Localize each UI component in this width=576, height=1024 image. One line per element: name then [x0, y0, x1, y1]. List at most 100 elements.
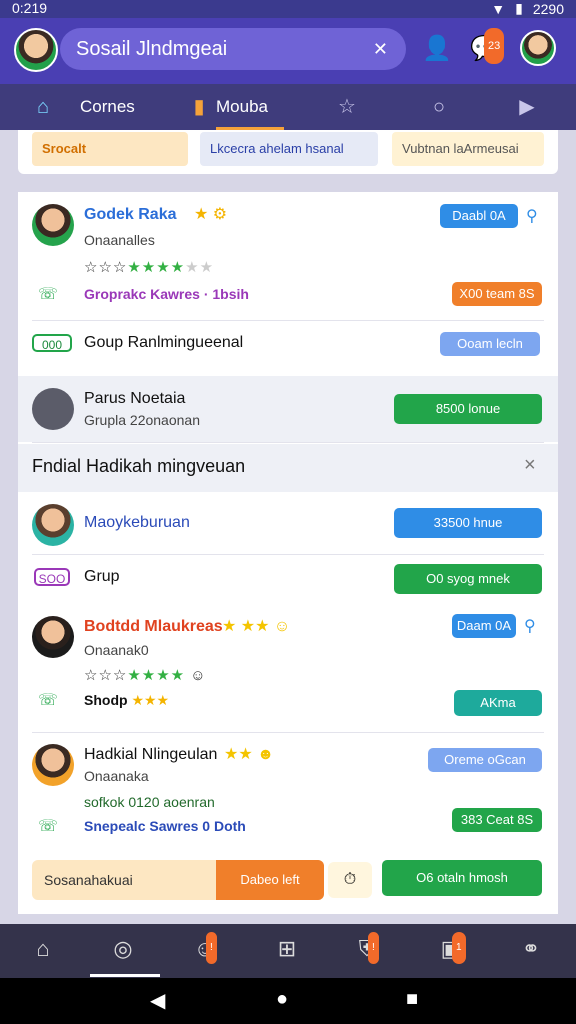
search-field[interactable]: Sosail Jlndmgeai ✕	[60, 28, 406, 70]
close-icon[interactable]: ×	[524, 454, 536, 477]
search-icon[interactable]: ⚲	[524, 616, 536, 636]
list-item[interactable]: Maoykeburuan 33500 hnue	[18, 496, 558, 554]
list-item[interactable]: Godek Raka ★ ⚙ Onaanalles ☆☆☆★★★★★★ ☏ Gr…	[18, 192, 558, 320]
inbox-icon[interactable]: ⊞	[272, 934, 302, 964]
divider	[32, 554, 544, 555]
phone-icon: ☏	[38, 818, 59, 835]
fire-tab-icon: ▮	[193, 96, 205, 118]
back-icon[interactable]: ◀	[150, 988, 165, 1013]
filter-bar: Srocalt Lkcecra ahelam hsanal Vubtnan la…	[18, 130, 558, 174]
filter-chip-1[interactable]: Srocalt	[32, 132, 188, 166]
group-tag: 000	[32, 334, 72, 352]
compose-field[interactable]: Sosanahakuai Dabeo left	[32, 860, 324, 900]
user-detail: sofkok 0120 aoenran	[84, 794, 215, 810]
chat-icon[interactable]: 💬 23	[468, 28, 505, 66]
status-right-text: 2290	[532, 0, 564, 17]
user-subtitle: Onaanak0	[84, 642, 149, 658]
feed-card: Godek Raka ★ ⚙ Onaanalles ☆☆☆★★★★★★ ☏ Gr…	[18, 192, 558, 914]
list-item[interactable]: Hadkial Nlingeulan ★★ ☻ Onaanaka sofkok …	[18, 738, 558, 850]
top-app-bar: Sosail Jlndmgeai ✕ 👤 💬 23	[0, 18, 576, 84]
tab-cornes[interactable]: Cornes	[80, 84, 135, 130]
nav-badge: !	[206, 932, 217, 964]
people-icon[interactable]: ☺ !	[190, 932, 220, 964]
compose-row: Sosanahakuai Dabeo left ⏱ O6 otaln hmosh	[18, 856, 558, 902]
list-item[interactable]: Bodtdd Mlaukreas ★ ★★ ☺ Onaanak0 ☆☆☆★★★★…	[18, 606, 558, 734]
bottom-nav: ⌂ ◎ ☺ ! ⊞ ⛨ ! ▣ 1 ⚭	[0, 924, 576, 978]
location-icon[interactable]: ◎	[108, 934, 138, 964]
user-name: Parus Noetaia	[84, 390, 186, 407]
timer-icon[interactable]: ⏱	[328, 862, 372, 898]
group-icon[interactable]: ⚭	[516, 934, 546, 964]
follow-button[interactable]: Daabl 0A	[440, 204, 518, 228]
value-button[interactable]: 8500 lonue	[394, 394, 542, 424]
follow-button[interactable]: Daam 0A	[452, 614, 516, 638]
play-tab-icon[interactable]: ▶	[514, 94, 540, 120]
rating-stars: ☆☆☆★★★★ ☺	[84, 667, 207, 684]
status-icons: ▼ ▮ 2290	[491, 0, 564, 17]
user-name: Bodtdd Mlaukreas	[84, 618, 223, 635]
tab-bar: ⌂ Cornes ▮ Mouba ☆ ○ ▶	[0, 84, 576, 130]
divider	[32, 732, 544, 733]
list-item[interactable]: 000 Goup Ranlmingueenal Ooam lecln	[18, 326, 558, 368]
gold-star-icon: ★ ★★ ☺	[222, 618, 291, 635]
system-nav-bar: ◀ ● ■	[0, 978, 576, 1024]
account-avatar[interactable]	[520, 30, 556, 66]
app-title: Sosail Jlndmgeai	[76, 38, 228, 60]
shield-icon[interactable]: ⛨ !	[352, 932, 382, 964]
status-bar: 0:219 ▼ ▮ 2290	[0, 0, 576, 18]
clear-icon[interactable]: ✕	[373, 28, 388, 70]
search-icon[interactable]: ⚲	[526, 206, 538, 226]
user-detail-2: Snepealc Sawres 0 Doth	[84, 818, 246, 834]
user-photo	[32, 744, 74, 786]
gold-star-icon: ★★ ☻	[224, 746, 274, 763]
filter-chip-2[interactable]: Lkcecra ahelam hsanal	[200, 132, 378, 166]
home-tab-icon: ⌂	[36, 96, 50, 118]
user-photo	[32, 504, 74, 546]
active-indicator	[90, 974, 160, 977]
home-button-icon[interactable]: ●	[276, 988, 288, 1011]
user-name: Hadkial Nlingeulan	[84, 746, 218, 763]
user-icon[interactable]: 👤	[420, 32, 454, 66]
rating-stars: ☆☆☆★★★★★★	[84, 259, 215, 276]
user-photo	[32, 388, 74, 430]
home-icon[interactable]: ⌂	[28, 934, 58, 964]
user-subtitle: Onaanalles	[84, 232, 155, 248]
group-title: Grup	[84, 568, 120, 585]
list-item[interactable]: SOO Grup O0 syog mnek	[18, 560, 558, 604]
divider	[32, 442, 544, 443]
join-button[interactable]: Ooam lecln	[440, 332, 540, 356]
phone-icon: ☏	[38, 286, 59, 303]
profile-avatar[interactable]	[14, 28, 58, 72]
gold-star-icon: ★ ⚙	[194, 206, 228, 223]
user-photo	[32, 204, 74, 246]
compose-action-button[interactable]: Dabeo left	[216, 860, 324, 900]
action-button[interactable]: 383 Ceat 8S	[452, 808, 542, 832]
join-button[interactable]: O0 syog mnek	[394, 564, 542, 594]
filter-chip-3[interactable]: Vubtnan laArmeusai	[392, 132, 544, 166]
status-time: 0:219	[12, 0, 48, 16]
tab-mouba[interactable]: Mouba	[216, 84, 284, 130]
phone-icon: ☏	[38, 692, 59, 709]
user-subtitle: Onaanaka	[84, 768, 149, 784]
camera-icon[interactable]: ▣ 1	[436, 932, 466, 964]
user-subtitle: Grupla 22onaonan	[84, 412, 200, 428]
wifi-icon: ▼	[491, 0, 506, 17]
section-title: Fndial Hadikah mingveuan	[32, 456, 246, 476]
profile-tab-icon[interactable]: ○	[426, 94, 452, 120]
divider	[32, 320, 544, 321]
user-name: Godek Raka	[84, 206, 177, 223]
user-detail: Groprakc Kawres · 1bsih	[84, 286, 249, 302]
group-title: Goup Ranlmingueenal	[84, 334, 244, 351]
chat-badge: 23	[484, 28, 505, 64]
star-tab-icon[interactable]: ☆	[334, 94, 360, 120]
user-detail: Shodp ★★★	[84, 692, 170, 708]
action-button[interactable]: AKma	[454, 690, 542, 716]
action-button[interactable]: X00 team 8S	[452, 282, 542, 306]
nav-badge: 1	[452, 932, 466, 964]
recents-icon[interactable]: ■	[406, 988, 418, 1011]
submit-button[interactable]: O6 otaln hmosh	[382, 860, 542, 896]
user-name: Maoykeburuan	[84, 514, 190, 531]
join-button[interactable]: Oreme oGcan	[428, 748, 542, 772]
value-button[interactable]: 33500 hnue	[394, 508, 542, 538]
list-item[interactable]: Parus Noetaia Grupla 22onaonan 8500 lonu…	[18, 376, 558, 442]
